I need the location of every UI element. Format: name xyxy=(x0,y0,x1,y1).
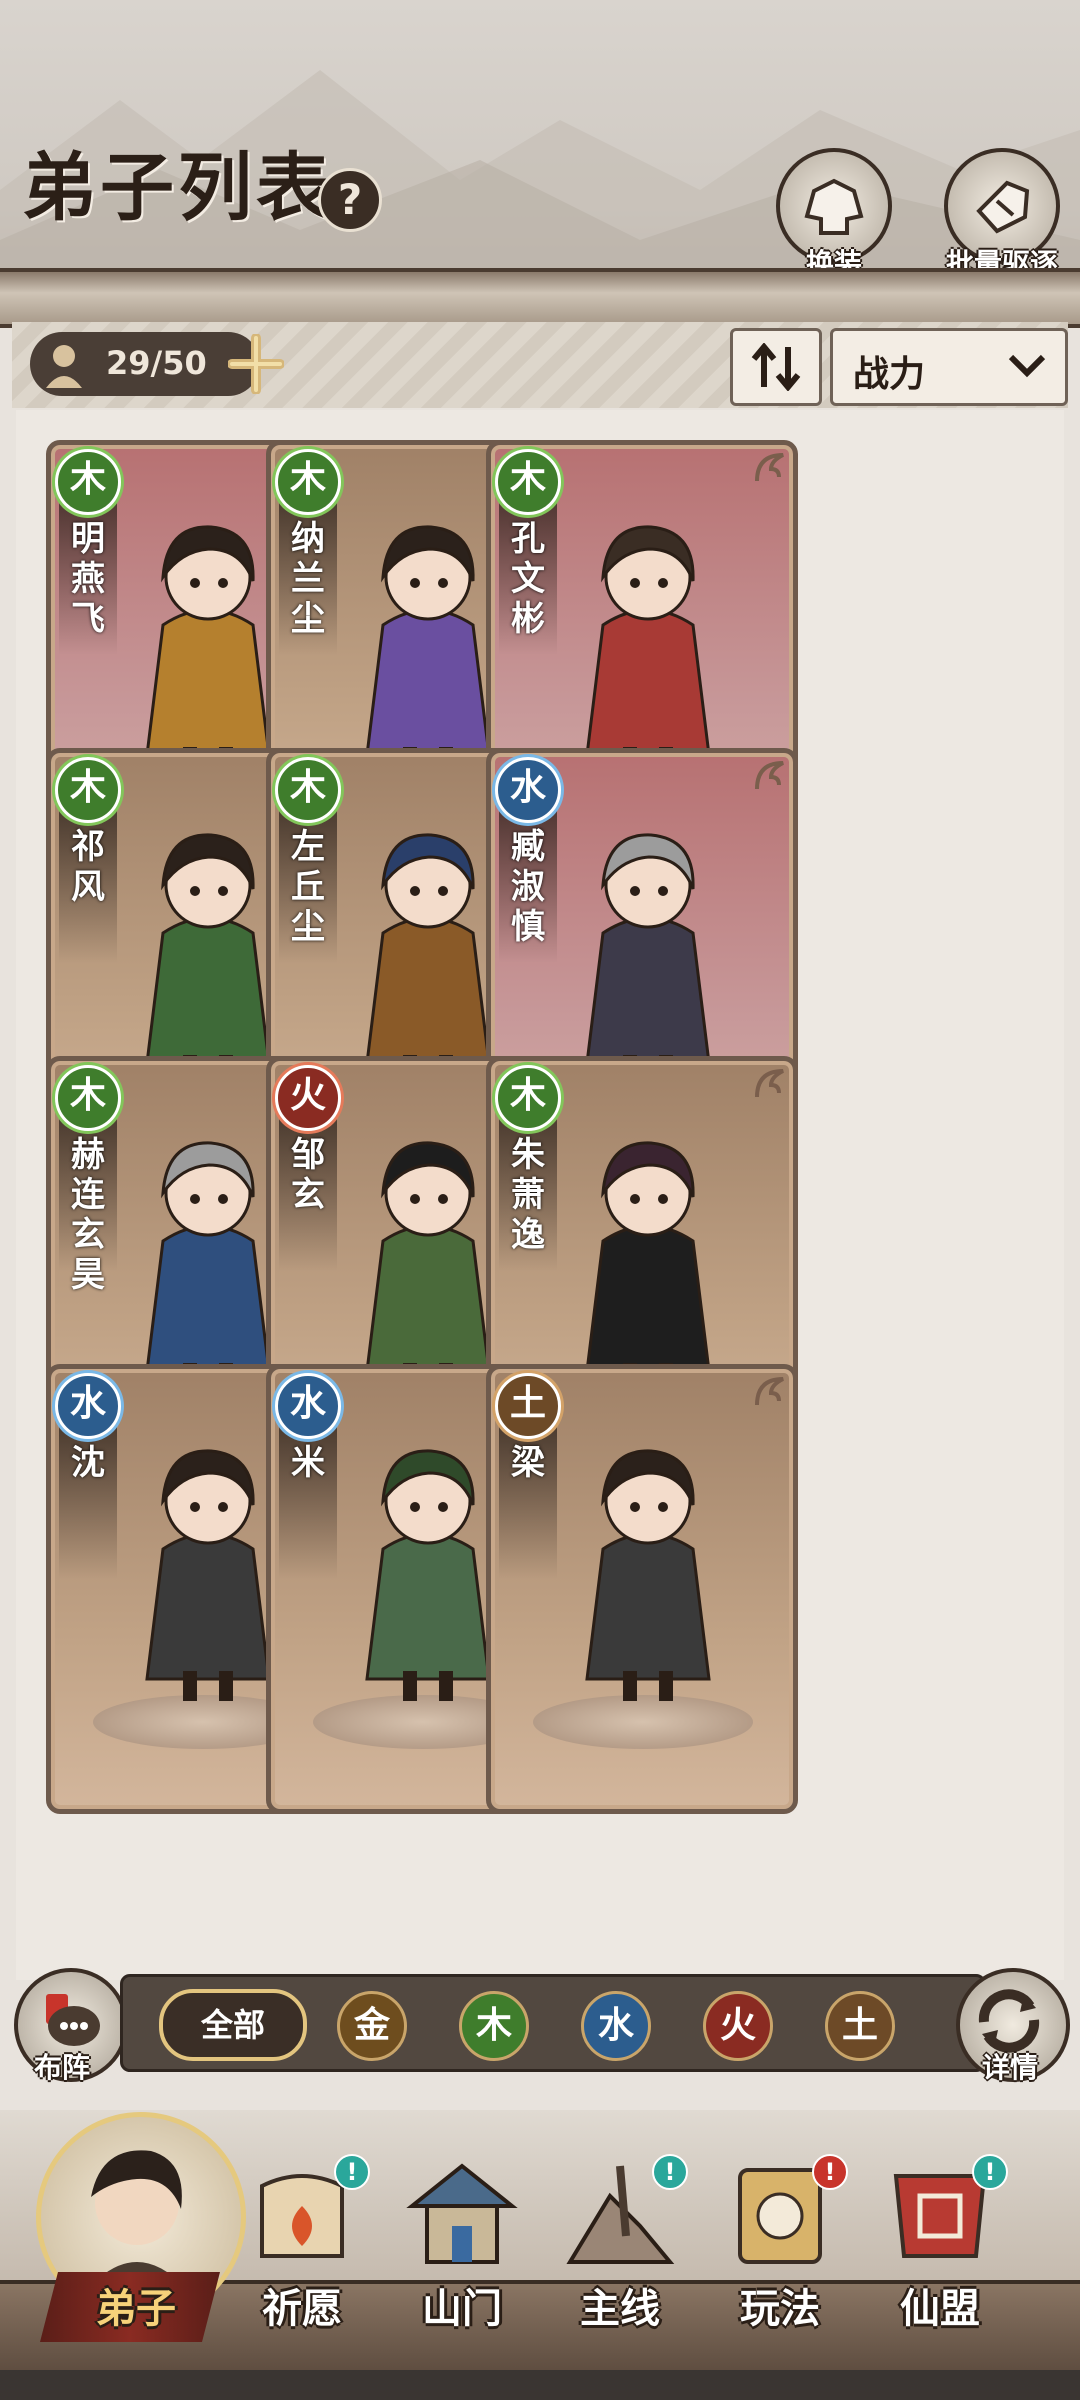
disciple-name: 纳兰尘 xyxy=(291,519,325,639)
corner-ornament-icon xyxy=(755,453,784,482)
filter-water[interactable]: 水 xyxy=(581,1991,651,2061)
system-bar xyxy=(0,2370,1080,2400)
disciple-avatar-icon xyxy=(46,345,82,388)
disciple-name: 梁 xyxy=(511,1443,545,1483)
character-figure xyxy=(585,1449,711,1701)
element-badge: 木 xyxy=(275,757,341,823)
disciple-name: 赫连玄昊 xyxy=(71,1135,105,1295)
notification-badge: ! xyxy=(972,2154,1008,2190)
disciple-name: 沈 xyxy=(71,1443,105,1483)
element-badge: 土 xyxy=(495,1373,561,1439)
disciple-name: 米 xyxy=(291,1443,325,1483)
filter-metal[interactable]: 金 xyxy=(337,1991,407,2061)
nav-item-4[interactable]: 玩法! xyxy=(700,2136,860,2336)
nav-item-5[interactable]: 仙盟! xyxy=(860,2136,1020,2336)
disciple-name: 朱萧逸 xyxy=(511,1135,545,1255)
element-badge: 木 xyxy=(55,449,121,515)
corner-ornament-icon xyxy=(755,1377,784,1406)
page-title: 弟子列表 xyxy=(22,145,334,231)
element-badge: 水 xyxy=(495,757,561,823)
element-badge: 木 xyxy=(275,449,341,515)
filter-earth[interactable]: 土 xyxy=(825,1991,895,2061)
chevron-down-icon xyxy=(1008,354,1046,378)
element-badge: 木 xyxy=(55,757,121,823)
nav-item-2[interactable]: 山门 xyxy=(382,2136,542,2336)
element-badge: 木 xyxy=(495,449,561,515)
sort-arrows-icon xyxy=(751,343,801,391)
nav-label: 玩法 xyxy=(740,2286,820,2332)
element-filter-bar: 全部 金 木 水 火 土 xyxy=(120,1974,986,2072)
element-badge: 木 xyxy=(495,1065,561,1131)
nav-label: 主线 xyxy=(580,2286,660,2332)
corner-ornament-icon xyxy=(755,761,784,790)
disciple-count: 29/50 xyxy=(30,332,260,396)
panel-top-frame xyxy=(0,268,1080,328)
help-button[interactable]: ? xyxy=(318,168,382,232)
disciple-name: 左丘尘 xyxy=(291,827,325,947)
nav-item-3[interactable]: 主线! xyxy=(540,2136,700,2336)
disciple-name: 祁风 xyxy=(71,827,105,907)
formation-label: 布阵 xyxy=(34,2051,91,2084)
filter-all[interactable]: 全部 xyxy=(159,1989,307,2061)
element-badge: 火 xyxy=(275,1065,341,1131)
disciple-name: 邹玄 xyxy=(291,1135,325,1215)
details-label: 详情 xyxy=(982,2051,1039,2084)
sort-dropdown[interactable]: 战力 xyxy=(830,328,1068,406)
corner-ornament-icon xyxy=(755,1069,784,1098)
filter-wood[interactable]: 木 xyxy=(459,1991,529,2061)
nav-item-1[interactable]: 祈愿! xyxy=(222,2136,382,2336)
disciple-count-value: 29/50 xyxy=(106,344,207,382)
disciple-name: 明燕飞 xyxy=(71,519,105,639)
notification-badge: ! xyxy=(334,2154,370,2190)
disciple-grid: 木明燕飞战力:317372木纳兰尘战力:298187木孔文彬战力:290246木… xyxy=(16,410,1064,1980)
element-badge: 水 xyxy=(275,1373,341,1439)
element-badge: 木 xyxy=(55,1065,121,1131)
notification-badge: ! xyxy=(652,2154,688,2190)
element-badge: 水 xyxy=(55,1373,121,1439)
sort-order-button[interactable] xyxy=(730,328,822,406)
nav-label: 弟子 xyxy=(96,2286,176,2332)
add-disciple-icon[interactable] xyxy=(228,334,284,394)
nav-icon xyxy=(406,2163,518,2264)
disciple-card[interactable]: 土梁 xyxy=(486,1364,798,1814)
notification-badge: ! xyxy=(812,2154,848,2190)
filter-fire[interactable]: 火 xyxy=(703,1991,773,2061)
nav-label: 仙盟 xyxy=(900,2286,980,2332)
outfit-button[interactable]: 换装 xyxy=(774,148,894,282)
sort-dropdown-value: 战力 xyxy=(853,354,926,395)
disciple-name: 臧淑慎 xyxy=(511,827,545,947)
disciple-name: 孔文彬 xyxy=(511,519,545,639)
batch-dismiss-button[interactable]: 批量驱逐 xyxy=(942,148,1062,282)
nav-label: 祈愿 xyxy=(262,2286,342,2332)
nav-label: 山门 xyxy=(422,2286,502,2332)
nav-item-0[interactable]: 弟子 xyxy=(56,2136,216,2336)
